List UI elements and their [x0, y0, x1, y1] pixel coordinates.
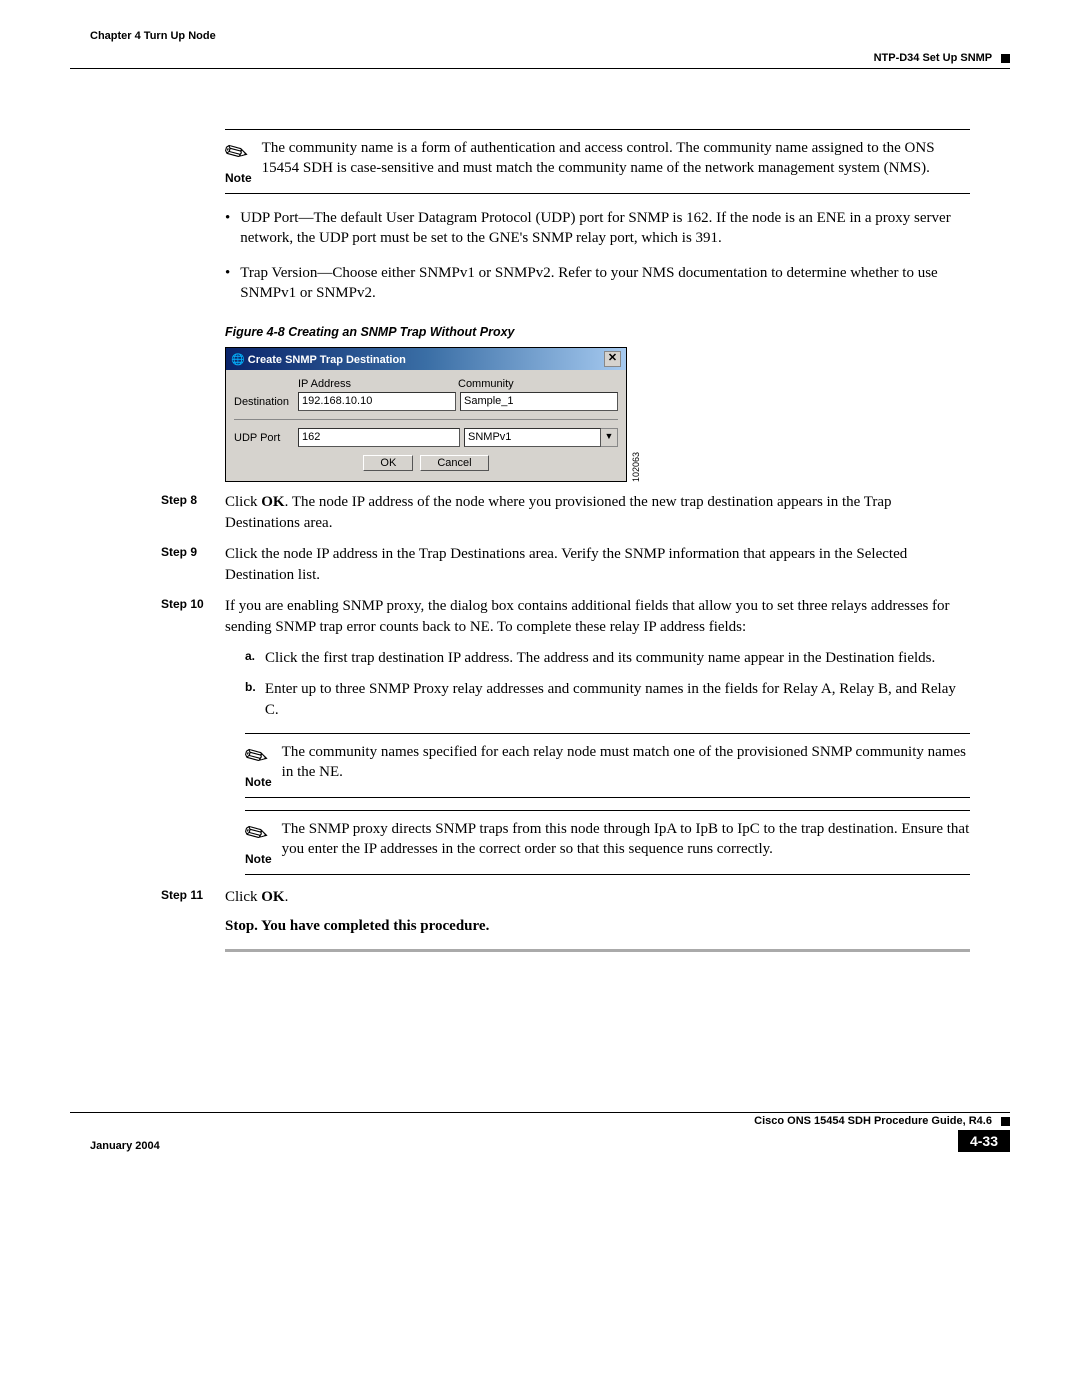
destination-label: Destination	[234, 396, 298, 408]
step-text: If you are enabling SNMP proxy, the dial…	[225, 596, 970, 638]
stop-text: Stop. You have completed this procedure.	[225, 918, 970, 935]
figure-id: 102063	[631, 452, 641, 482]
ok-button[interactable]: OK	[363, 455, 413, 471]
step-label: Step 8	[161, 492, 225, 534]
note-label: Note	[245, 852, 272, 866]
footer-marker-icon	[1001, 1117, 1010, 1126]
note-block-2: ✎ Note The community names specified for…	[245, 733, 970, 798]
pen-icon: ✎	[238, 813, 275, 854]
udp-field[interactable]: 162	[298, 428, 460, 447]
ip-label: IP Address	[298, 378, 458, 390]
sub-text: Click the first trap destination IP addr…	[265, 648, 935, 669]
version-select[interactable]: SNMPv1	[464, 428, 601, 447]
note-block-3: ✎ Note The SNMP proxy directs SNMP traps…	[245, 810, 970, 875]
community-field[interactable]: Sample_1	[460, 392, 618, 411]
step-label: Step 10	[161, 596, 225, 638]
note-text: The community name is a form of authenti…	[262, 138, 970, 187]
page-header: Chapter 4 Turn Up Node NTP-D34 Set Up SN…	[70, 30, 1010, 69]
cancel-button[interactable]: Cancel	[420, 455, 488, 471]
step-label: Step 9	[161, 544, 225, 586]
page-footer: January 2004 Cisco ONS 15454 SDH Procedu…	[70, 1112, 1010, 1152]
chapter-title: Chapter 4 Turn Up Node	[90, 30, 1010, 42]
step-text: Click the node IP address in the Trap De…	[225, 544, 970, 586]
footer-book: Cisco ONS 15454 SDH Procedure Guide, R4.…	[754, 1115, 992, 1127]
close-icon[interactable]: ✕	[604, 351, 621, 367]
footer-date: January 2004	[90, 1140, 160, 1152]
end-divider	[225, 949, 970, 952]
sub-label: b.	[245, 679, 265, 721]
bullet-text: Trap Version—Choose either SNMPv1 or SNM…	[240, 263, 970, 304]
bullet-item: • UDP Port—The default User Datagram Pro…	[225, 208, 970, 249]
note-text: The SNMP proxy directs SNMP traps from t…	[282, 819, 970, 868]
dialog-title-text: Create SNMP Trap Destination	[248, 354, 406, 366]
sub-text: Enter up to three SNMP Proxy relay addre…	[265, 679, 970, 721]
step-text: Click OK. The node IP address of the nod…	[225, 492, 970, 534]
bullet-text: UDP Port—The default User Datagram Proto…	[240, 208, 970, 249]
section-title: NTP-D34 Set Up SNMP	[874, 52, 992, 64]
snmp-dialog: 🌐 Create SNMP Trap Destination ✕ IP Addr…	[225, 347, 627, 482]
note-label: Note	[245, 775, 272, 789]
note-label: Note	[225, 171, 252, 185]
pen-icon: ✎	[218, 132, 255, 173]
sub-label: a.	[245, 648, 265, 669]
figure-caption: Figure 4-8 Creating an SNMP Trap Without…	[225, 325, 970, 339]
header-marker-icon	[1001, 54, 1010, 63]
note-block-1: ✎ Note The community name is a form of a…	[225, 129, 970, 194]
dialog-titlebar: 🌐 Create SNMP Trap Destination ✕	[226, 348, 626, 370]
page-number: 4-33	[958, 1130, 1010, 1152]
step-text: Click OK.	[225, 887, 970, 908]
note-text: The community names specified for each r…	[282, 742, 970, 791]
pen-icon: ✎	[238, 736, 275, 777]
udp-label: UDP Port	[234, 432, 298, 444]
community-label: Community	[458, 378, 618, 390]
bullet-item: • Trap Version—Choose either SNMPv1 or S…	[225, 263, 970, 304]
ip-field[interactable]: 192.168.10.10	[298, 392, 456, 411]
chevron-down-icon[interactable]: ▼	[601, 428, 618, 447]
step-label: Step 11	[161, 887, 225, 908]
